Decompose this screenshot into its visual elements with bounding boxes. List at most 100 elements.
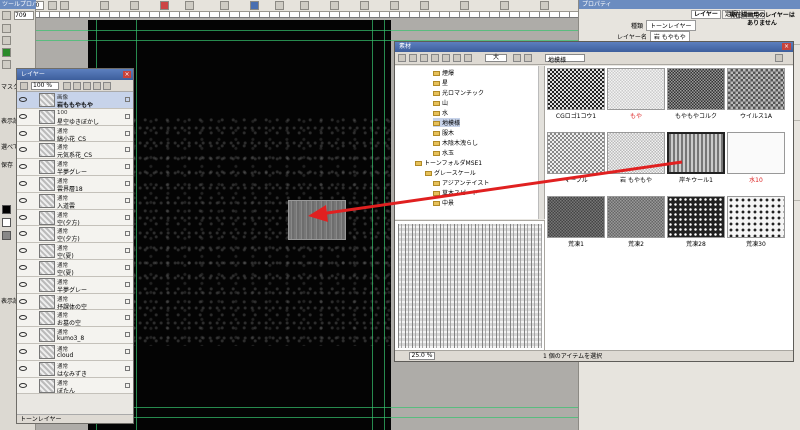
layer-row[interactable]: 通常 空(夏) (17, 259, 133, 277)
list-view-icon[interactable] (420, 54, 428, 62)
eye-icon[interactable] (19, 214, 27, 220)
tree-node[interactable]: 煙爆 (433, 68, 454, 77)
folder-icon[interactable] (73, 82, 81, 90)
tool-j-icon[interactable] (330, 1, 339, 10)
lock-icon[interactable] (125, 315, 130, 321)
pasted-tone-selection[interactable] (288, 200, 346, 240)
layer-row[interactable]: 通常 はなみずき (17, 360, 133, 378)
tree-node[interactable]: 光ロマンチック (433, 88, 484, 97)
color-swatch[interactable] (2, 205, 11, 214)
lock-icon[interactable] (125, 130, 130, 136)
layer-row[interactable]: 通常 縞小花_CS (17, 125, 133, 143)
tool-k-icon[interactable] (360, 1, 369, 10)
material-tile[interactable]: 荒凍1 (547, 196, 605, 248)
tool-c-icon[interactable] (100, 1, 109, 10)
material-tile[interactable]: もや (607, 68, 665, 120)
merge-icon[interactable] (93, 82, 101, 90)
eye-icon[interactable] (19, 365, 27, 371)
lock-icon[interactable] (125, 113, 130, 119)
trash-icon[interactable] (103, 82, 111, 90)
lock-icon[interactable] (125, 97, 130, 102)
eye-icon[interactable] (19, 164, 27, 170)
brush-tool-icon[interactable] (2, 60, 11, 69)
lock-icon[interactable] (125, 164, 130, 170)
delete-icon[interactable] (464, 54, 472, 62)
mask-icon[interactable] (83, 82, 91, 90)
tree-node[interactable]: 服木 (433, 128, 454, 137)
thumbnail-size-select[interactable]: 大 (485, 54, 507, 62)
tool-icon[interactable] (2, 36, 11, 45)
tool-icon[interactable] (2, 11, 11, 20)
tree-node[interactable]: 木陰木洩らし (433, 138, 478, 147)
layer-row[interactable]: 通常 お墓の空 (17, 310, 133, 327)
color-swatch[interactable] (2, 218, 11, 227)
layer-row[interactable]: 通常 ぼたん (17, 377, 133, 395)
lock-icon[interactable] (125, 298, 130, 304)
home-icon[interactable] (398, 54, 406, 62)
tree-node[interactable]: グレースケール (425, 168, 476, 177)
material-tile[interactable]: もやもやコルク (667, 68, 725, 120)
layer-row[interactable]: 通常 空(夏) (17, 243, 133, 260)
eye-icon[interactable] (19, 97, 27, 102)
folder-tab[interactable]: 地模様 (545, 54, 585, 64)
material-tile[interactable]: ウイルス1A (727, 68, 785, 120)
lock-icon[interactable] (125, 180, 130, 186)
tree-node[interactable]: トーンフォルダMSE1 (415, 158, 482, 167)
layer-row[interactable]: 通常 空(夕方) (17, 226, 133, 243)
lock-icon[interactable] (125, 231, 130, 237)
layer-row[interactable]: 通常 雲界層18 (17, 175, 133, 193)
tree-scrollbar[interactable] (538, 66, 544, 219)
tool-g-icon[interactable] (250, 1, 259, 10)
tool-l-icon[interactable] (390, 1, 399, 10)
eye-icon[interactable] (19, 130, 27, 136)
eye-icon[interactable] (19, 281, 27, 287)
lock-icon[interactable] (125, 248, 130, 254)
tool-o-icon[interactable] (500, 1, 509, 10)
tree-node[interactable]: 草木スピード (433, 188, 478, 197)
grid-view-icon[interactable] (431, 54, 439, 62)
layer-row[interactable]: 通常 cloud (17, 343, 133, 361)
eye-icon[interactable] (19, 113, 27, 119)
layer-row[interactable]: 通常 空(夕方) (17, 209, 133, 227)
layer-row[interactable]: 通常 kumo3_8 (17, 327, 133, 344)
tool-n-icon[interactable] (460, 1, 469, 10)
material-tile[interactable]: 荒凍30 (727, 196, 785, 248)
eye-icon[interactable] (19, 348, 27, 354)
paste-icon[interactable] (453, 54, 461, 62)
back-icon[interactable] (409, 54, 417, 62)
tool-b-icon[interactable] (60, 1, 69, 10)
lock-icon[interactable] (125, 281, 130, 287)
tree-node[interactable]: 山 (433, 98, 448, 107)
close-icon[interactable]: × (123, 71, 131, 78)
tool-i-icon[interactable] (300, 1, 309, 10)
eye-icon[interactable] (19, 332, 27, 338)
blend-mode-icon[interactable] (20, 82, 28, 90)
layer-row[interactable]: 画像 岩ももやもや (17, 92, 133, 109)
eye-icon[interactable] (19, 298, 27, 304)
lock-icon[interactable] (125, 197, 130, 203)
material-tile[interactable]: マーブル (547, 132, 605, 184)
folder-icon[interactable] (775, 54, 783, 62)
layer-row[interactable]: 通常 半夢グレー (17, 159, 133, 176)
layer-row[interactable]: 通常 半夢グレー (17, 276, 133, 294)
lock-icon[interactable] (125, 365, 130, 371)
tree-node[interactable]: 星 (433, 78, 448, 87)
tree-node[interactable]: 地模様 (433, 118, 461, 127)
layer-row[interactable]: 通常 抒課体の空 (17, 293, 133, 311)
material-tile[interactable]: 水10 (727, 132, 785, 184)
layer-row[interactable]: 通常 入道雲 (17, 192, 133, 210)
tree-node[interactable]: 水 (433, 108, 448, 117)
eye-icon[interactable] (19, 231, 27, 237)
eye-icon[interactable] (19, 315, 27, 321)
menu-icon[interactable] (524, 54, 532, 62)
material-tile[interactable]: CGロゴ1コウ1 (547, 68, 605, 120)
eye-icon[interactable] (19, 197, 27, 203)
tool-d-icon[interactable] (130, 1, 139, 10)
tab-layer[interactable]: レイヤー (691, 10, 721, 19)
eye-icon[interactable] (19, 248, 27, 254)
tool-p-icon[interactable] (540, 1, 549, 10)
preview-zoom-field[interactable]: 25.0 % (409, 352, 435, 360)
tree-node[interactable]: 中景 (433, 198, 454, 207)
opacity-field[interactable]: 100 % (31, 82, 59, 90)
record-icon[interactable] (160, 1, 169, 10)
